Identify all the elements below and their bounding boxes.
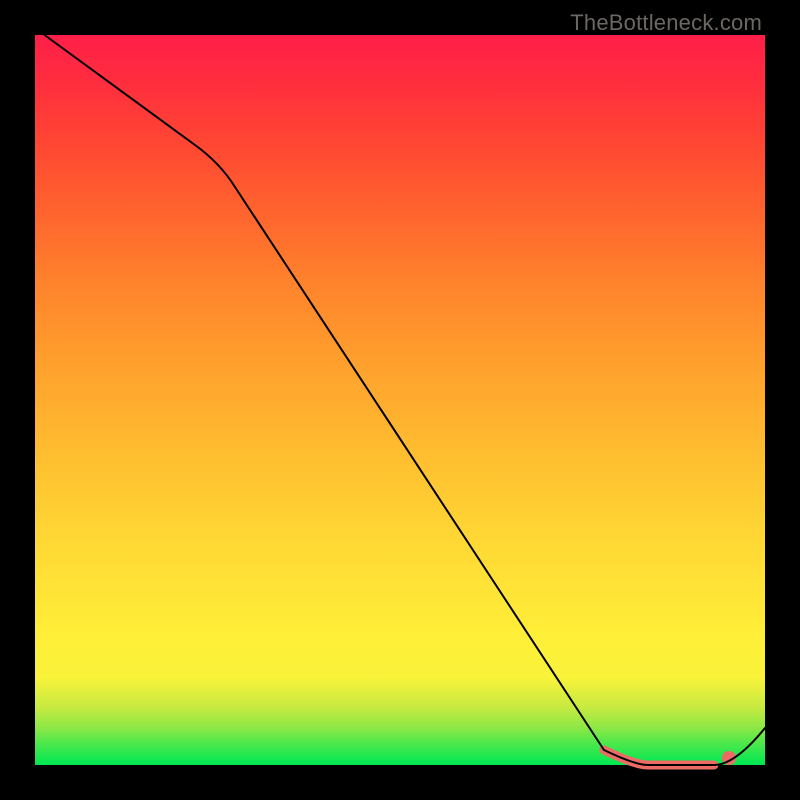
watermark-text: TheBottleneck.com	[570, 10, 762, 36]
plot-area	[35, 35, 765, 765]
chart-frame: TheBottleneck.com	[0, 0, 800, 800]
main-curve	[35, 28, 765, 765]
chart-svg	[35, 35, 765, 765]
